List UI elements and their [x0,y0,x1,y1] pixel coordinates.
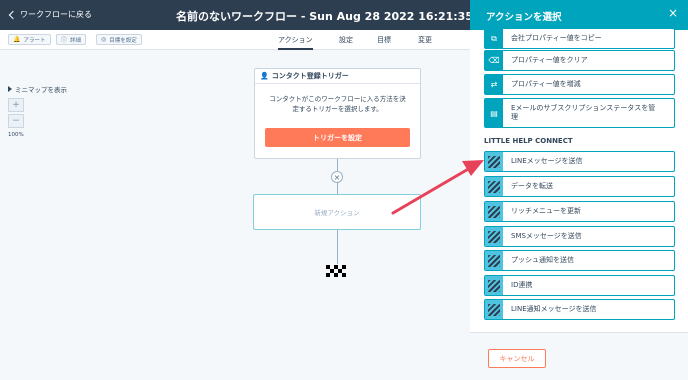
back-to-workflows-link[interactable]: ワークフローに戻る [8,9,92,20]
bell-icon: 🔔 [13,36,21,43]
action-selection-panel: アクションを選択 × ⧉ 会社プロパティー値をコピー ⌫ プロパティー値をクリア… [470,0,688,380]
little-help-connect-icon [485,152,503,171]
tab-goals[interactable]: 目標 [377,35,391,45]
action-label-line: Eメールのサブスクリプションステータスを管 [511,104,656,112]
details-label: 詳細 [70,37,82,44]
action-label-line: 理 [511,113,518,121]
little-help-connect-icon [485,251,503,270]
target-icon: ◎ [101,36,107,43]
action-clear-property[interactable]: ⌫ プロパティー値をクリア [484,50,675,71]
action-copy-company-property[interactable]: ⧉ 会社プロパティー値をコピー [484,28,675,49]
little-help-connect-icon [485,300,503,319]
trigger-description-line: コンタクトがこのワークフローに入る方法を決 [269,95,406,103]
trigger-description-line: 定するトリガーを選択します。 [292,105,383,113]
action-label: SMSメッセージを送信 [511,232,582,240]
set-goal-button[interactable]: ◎ 目標を設定 [96,34,142,45]
action-send-line-message[interactable]: LINEメッセージを送信 [484,151,675,172]
set-goal-label: 目標を設定 [109,37,137,44]
swap-icon: ⇄ [485,75,503,94]
copy-icon: ⧉ [485,29,503,48]
action-label: LINEメッセージを送信 [511,157,583,165]
section-title-little-help-connect: LITTLE HELP CONNECT [484,137,573,145]
action-label: Eメールのサブスクリプションステータスを管 理 [503,104,655,122]
action-send-sms[interactable]: SMSメッセージを送信 [484,226,675,247]
trigger-title: コンタクト登録トリガー [271,72,349,80]
action-label: 会社プロパティー値をコピー [511,34,602,42]
action-label: プッシュ通知を送信 [511,256,574,264]
action-transfer-data[interactable]: データを転送 [484,176,675,197]
trigger-description: コンタクトがこのワークフローに入る方法を決 定するトリガーを選択します。 [255,84,420,114]
minimap-label: ミニマップを表示 [15,86,67,94]
little-help-connect-icon [485,202,503,221]
connector-line [337,159,338,171]
little-help-connect-icon [485,276,503,295]
remove-connector-button[interactable]: × [331,171,343,183]
alert-button[interactable]: 🔔 アラート [8,34,51,45]
panel-title: アクションを選択 [486,12,562,23]
zoom-in-button[interactable]: + [8,98,24,112]
connector-line [337,230,338,264]
close-icon[interactable]: × [668,6,678,20]
alert-label: アラート [23,37,46,44]
tab-changes[interactable]: 変更 [418,35,432,45]
action-update-rich-menu[interactable]: リッチメニューを更新 [484,201,675,222]
little-help-connect-icon [485,227,503,246]
tab-settings[interactable]: 設定 [339,35,353,45]
workflow-toolbar: 🔔 アラート ⓘ 詳細 ◎ 目標を設定 アクション 設定 目標 変更 [0,30,470,50]
action-label: プロパティー値をクリア [511,56,588,64]
contact-icon: 👤 [260,72,269,80]
enrollment-trigger-card[interactable]: 👤 コンタクト登録トリガー コンタクトがこのワークフローに入る方法を決 定するト… [254,68,421,159]
action-manage-email-subscription[interactable]: ▤ Eメールのサブスクリプションステータスを管 理 [484,98,675,128]
end-flag-icon [326,265,346,277]
panel-header: アクションを選択 × [470,0,688,30]
action-label: プロパティー値を増減 [511,80,581,88]
eraser-icon: ⌫ [485,51,503,70]
action-send-push-notification[interactable]: プッシュ通知を送信 [484,250,675,271]
little-help-connect-icon [485,177,503,196]
caret-right-icon [8,86,12,92]
set-trigger-button[interactable]: トリガーを設定 [265,128,410,147]
action-increment-property[interactable]: ⇄ プロパティー値を増減 [484,74,675,95]
action-label: LINE通知メッセージを送信 [511,305,597,313]
connector-line [337,183,338,194]
info-icon: ⓘ [61,37,68,44]
chevron-left-icon [8,10,18,19]
zoom-level: 100% [8,132,24,138]
back-label: ワークフローに戻る [20,10,92,19]
action-label: データを転送 [511,182,553,190]
email-subscription-icon: ▤ [485,99,503,127]
details-button[interactable]: ⓘ 詳細 [56,34,87,45]
cancel-button[interactable]: キャンセル [488,349,546,368]
new-action-placeholder[interactable]: 新規アクション [253,194,421,230]
panel-footer: キャンセル [470,332,688,380]
show-minimap-toggle[interactable]: ミニマップを表示 [8,84,67,94]
action-id-linking[interactable]: ID連携 [484,275,675,296]
zoom-out-button[interactable]: − [8,114,24,128]
tab-actions[interactable]: アクション [278,35,313,50]
action-label: ID連携 [511,281,533,289]
action-label: リッチメニューを更新 [511,207,581,215]
action-send-line-notification[interactable]: LINE通知メッセージを送信 [484,299,675,320]
trigger-header: 👤 コンタクト登録トリガー [255,69,420,84]
